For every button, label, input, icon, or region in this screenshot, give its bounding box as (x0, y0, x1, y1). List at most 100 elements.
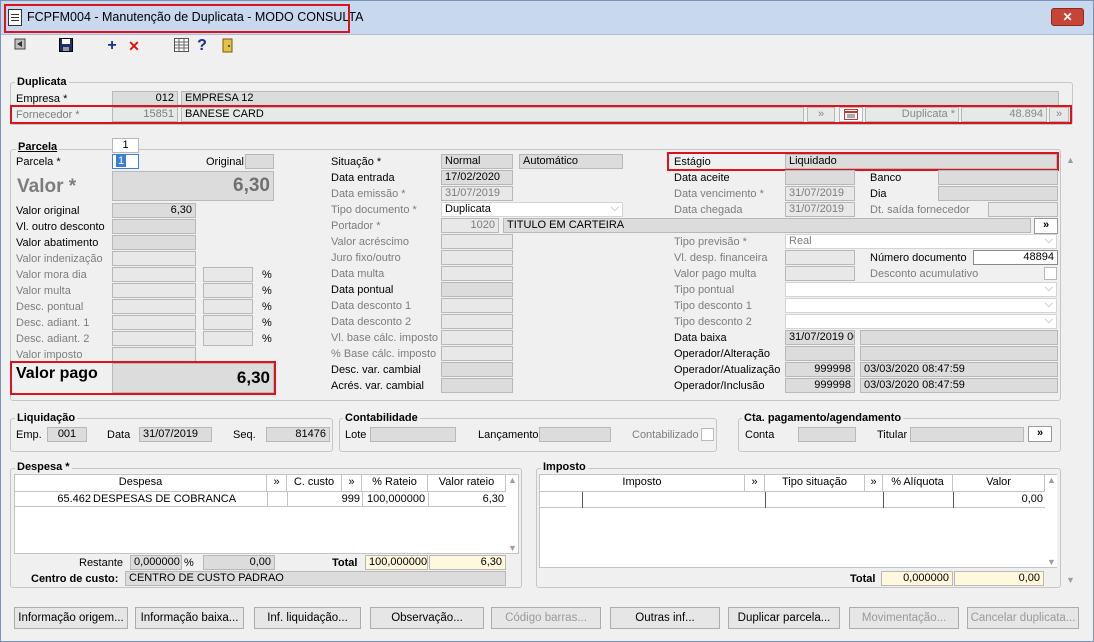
banco-field[interactable] (938, 170, 1058, 185)
empresa-name-field: EMPRESA 12 (181, 91, 1059, 106)
observacao-button[interactable]: Observação... (370, 607, 484, 629)
situacao-tipo-field[interactable]: Automático (519, 154, 623, 169)
tipo-previsao-select[interactable]: Real (785, 234, 1057, 249)
ccusto-lookup-header[interactable]: » (342, 475, 362, 491)
liq-data-label: Data (107, 429, 131, 441)
valor-imposto-field[interactable] (112, 347, 196, 362)
cta-lookup-button[interactable]: » (1028, 426, 1052, 442)
codigo-barras-button[interactable]: Código barras... (491, 607, 601, 629)
data-emissao-field[interactable]: 31/07/2019 (441, 186, 513, 201)
valor-mora-dia-field[interactable] (112, 267, 196, 282)
pct-base-calc-field[interactable] (441, 346, 513, 361)
numero-documento-label: Número documento (870, 252, 967, 264)
acres-var-cambial-field[interactable] (441, 378, 513, 393)
fornecedor-lookup-button[interactable]: » (807, 107, 835, 122)
data-baixa-label: Data baixa (674, 332, 727, 344)
data-aceite-label: Data aceite (674, 172, 730, 184)
informacao-baixa-button[interactable]: Informação baixa... (135, 607, 244, 629)
data-entrada-label: Data entrada (331, 172, 395, 184)
vl-base-calc-field[interactable] (441, 330, 513, 345)
outras-inf-button[interactable]: Outras inf... (610, 607, 720, 629)
valor-pago-multa-field[interactable] (785, 266, 855, 281)
empresa-code-field[interactable]: 012 (112, 91, 178, 106)
fornecedor-label: Fornecedor * (16, 109, 80, 121)
duplicar-parcela-button[interactable]: Duplicar parcela... (728, 607, 840, 629)
duplicata-number-field[interactable]: 48.894 (961, 107, 1047, 122)
despesa-table[interactable]: Despesa » C. custo » % Rateio Valor rate… (14, 474, 519, 554)
portador-lookup-button[interactable]: » (1034, 218, 1058, 234)
desc-var-cambial-field[interactable] (441, 362, 513, 377)
close-button[interactable]: ✕ (1051, 8, 1084, 26)
dia-field[interactable] (938, 186, 1058, 201)
inf-liquidacao-button[interactable]: Inf. liquidação... (254, 607, 361, 629)
original-field[interactable] (245, 154, 274, 169)
estagio-field[interactable]: Liquidado (785, 154, 1057, 169)
valor-original-field[interactable]: 6,30 (112, 203, 196, 218)
tipo-situacao-lookup-header[interactable]: » (865, 475, 883, 491)
parcela-tab-number[interactable]: 1 (112, 138, 139, 153)
data-aceite-field[interactable] (785, 170, 855, 185)
situacao-field[interactable]: Normal (441, 154, 513, 169)
data-vencimento-field[interactable]: 31/07/2019 (785, 186, 855, 201)
valor-multa-field[interactable] (112, 283, 196, 298)
tipo-documento-select[interactable]: Duplicata (441, 202, 623, 217)
calculator-icon[interactable] (173, 38, 189, 54)
tipo-desconto-2-select[interactable] (785, 314, 1057, 329)
table-row[interactable]: 0,00 (540, 491, 1045, 508)
data-baixa-extra-field (860, 330, 1058, 345)
tipo-desconto-1-select[interactable] (785, 298, 1057, 313)
numero-documento-field[interactable]: 48894 (973, 250, 1058, 265)
data-entrada-field[interactable]: 17/02/2020 (441, 170, 513, 185)
percent-sign: % (262, 269, 272, 281)
desc-adiant-1-field[interactable] (112, 315, 196, 330)
data-desconto-2-field[interactable] (441, 314, 513, 329)
data-chegada-field[interactable]: 31/07/2019 (785, 202, 855, 217)
informacao-origem-button[interactable]: Informação origem... (14, 607, 128, 629)
restante-label: Restante (79, 557, 124, 569)
desc-pontual-field[interactable] (112, 299, 196, 314)
valor-field[interactable]: 6,30 (112, 171, 274, 201)
add-icon[interactable]: + (105, 38, 119, 54)
multa-percent-field[interactable] (203, 283, 253, 298)
help-icon[interactable]: ? (196, 38, 208, 54)
desc-adiant-1-percent-field[interactable] (203, 315, 253, 330)
main-scrollbar[interactable]: ▲ ▼ (1064, 155, 1076, 587)
contabilizado-checkbox[interactable] (701, 428, 714, 441)
data-multa-field[interactable] (441, 266, 513, 281)
vl-desp-financeira-field[interactable] (785, 250, 855, 265)
despesa-lookup-header[interactable]: » (267, 475, 287, 491)
vl-outro-desconto-field[interactable] (112, 219, 196, 234)
dt-saida-field[interactable] (988, 202, 1058, 217)
save-icon[interactable] (58, 38, 74, 54)
back-icon[interactable] (13, 38, 27, 54)
desc-adiant-2-percent-field[interactable] (203, 331, 253, 346)
desconto-acumulativo-checkbox[interactable] (1044, 267, 1057, 280)
valor-acrescimo-field[interactable] (441, 234, 513, 249)
valor-abatimento-field[interactable] (112, 235, 196, 250)
data-desconto-1-field[interactable] (441, 298, 513, 313)
valor-pago-field[interactable]: 6,30 (112, 363, 274, 393)
desc-adiant-2-field[interactable] (112, 331, 196, 346)
table-row[interactable]: 65.462 DESPESAS DE COBRANCA 999 100,0000… (15, 491, 506, 507)
data-pontual-field[interactable] (441, 282, 513, 297)
imposto-scrollbar[interactable]: ▲ ▼ (1045, 475, 1057, 567)
fornecedor-code-field[interactable]: 15851 (112, 107, 178, 122)
portador-code-field[interactable]: 1020 (441, 218, 499, 233)
parcela-field[interactable]: 1 (112, 154, 139, 169)
delete-icon[interactable]: ✕ (127, 38, 141, 54)
duplicata-lookup-button[interactable]: » (1049, 107, 1069, 122)
data-multa-label: Data multa (331, 268, 385, 280)
data-baixa-field[interactable]: 31/07/2019 00 (785, 330, 855, 345)
movimentacao-button[interactable]: Movimentação... (849, 607, 959, 629)
juro-fixo-field[interactable] (441, 250, 513, 265)
desc-pontual-percent-field[interactable] (203, 299, 253, 314)
imposto-table[interactable]: Imposto » Tipo situação » % Alíquota Val… (539, 474, 1057, 568)
cancelar-duplicata-button[interactable]: Cancelar duplicata... (967, 607, 1079, 629)
despesa-scrollbar[interactable]: ▲ ▼ (506, 475, 518, 553)
calendar-icon[interactable] (839, 107, 863, 122)
exit-door-icon[interactable] (221, 38, 235, 54)
mora-dia-percent-field[interactable] (203, 267, 253, 282)
tipo-pontual-select[interactable] (785, 282, 1057, 297)
valor-indenizacao-field[interactable] (112, 251, 196, 266)
imposto-lookup-header[interactable]: » (745, 475, 765, 491)
